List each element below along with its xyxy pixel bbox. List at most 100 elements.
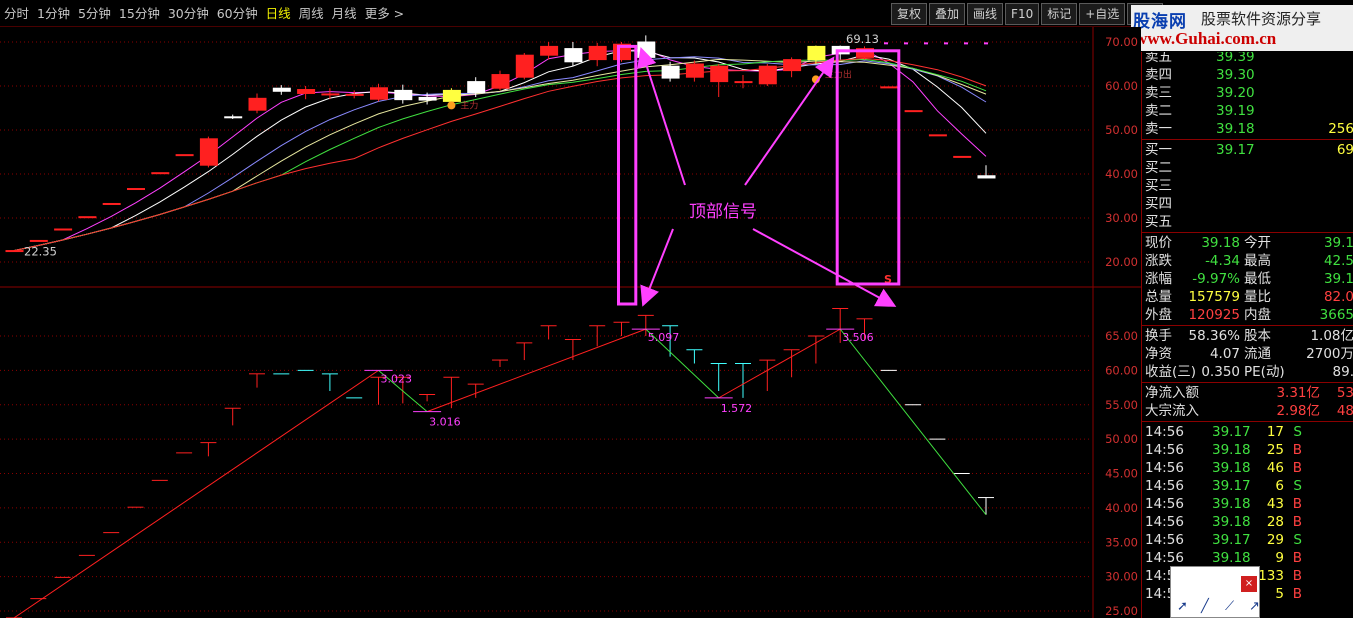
tick-side: B <box>1292 460 1302 476</box>
tick-price: 39.17 <box>1212 478 1251 494</box>
stat-key: 流通 <box>1244 346 1271 362</box>
stat-value: 0.350 <box>1201 364 1240 380</box>
level-label: 卖二 <box>1145 103 1172 119</box>
tick-time: 14:56 <box>1145 424 1184 440</box>
stat-key: 净资 <box>1145 346 1172 362</box>
candle-body <box>637 41 656 58</box>
tick-price: 39.18 <box>1212 550 1251 566</box>
period-tab-0[interactable]: 分时 <box>0 0 33 27</box>
line-icon[interactable]: ╱ <box>1201 599 1214 615</box>
tool-button-2[interactable]: 画线 <box>967 3 1004 25</box>
stat-value: 120925 <box>1188 307 1240 323</box>
pivot-label: 1.572 <box>721 402 753 415</box>
tick-side: B <box>1292 568 1302 584</box>
stat-key: 涨幅 <box>1145 271 1172 287</box>
quote-stat-row: 净资 4.07 流通 2700万 <box>1142 345 1353 363</box>
kline-axis-tick: 40.00 <box>1105 167 1138 181</box>
period-tab-9[interactable]: 更多 > <box>361 0 408 27</box>
indicator-axis-tick: 55.00 <box>1105 398 1138 412</box>
buy-level-row: 买三 <box>1142 177 1353 195</box>
tick-price: 39.18 <box>1212 460 1251 476</box>
panel-divider <box>1142 382 1353 383</box>
tick-price: 39.18 <box>1212 442 1251 458</box>
candle-body <box>588 45 607 61</box>
candle-body <box>564 48 583 63</box>
tick-time: 14:56 <box>1145 478 1184 494</box>
chart-canvas[interactable]: 70.00 60.00 50.00 40.00 30.00 20.00 65.00 60.00… <box>0 27 1141 618</box>
stat-key: 外盘 <box>1145 307 1172 323</box>
logo-url: www.Guhai.com.cn <box>1135 29 1277 48</box>
kline-axis-tick: 50.00 <box>1105 123 1138 137</box>
candle-body <box>758 65 777 85</box>
candle-body <box>272 87 291 92</box>
ray-icon[interactable]: ⟋ <box>1225 599 1238 615</box>
stat-value: 58.36% <box>1188 328 1240 344</box>
indicator-axis-tick: 40.00 <box>1105 501 1138 515</box>
drawing-tool-icons: ➚ ╱ ⟋ ↗ <box>1177 599 1262 615</box>
annotation-label: 顶部信号 <box>689 202 757 222</box>
period-tabs: 分时 1分钟 5分钟 15分钟 30分钟 60分钟 日线 周线 月线 更多 > <box>0 0 408 27</box>
stat-key: 换手 <box>1145 328 1172 344</box>
period-tab-2[interactable]: 5分钟 <box>74 0 115 27</box>
tick-volume: 25 <box>1266 442 1284 458</box>
period-tab-1[interactable]: 1分钟 <box>33 0 74 27</box>
signal-dot-label: 主力 <box>460 99 478 111</box>
flow-value: 3.31亿 <box>1276 385 1320 401</box>
stat-value: 39.1 <box>1323 235 1353 251</box>
period-tab-5[interactable]: 60分钟 <box>213 0 262 27</box>
indicator-axis-tick: 30.00 <box>1105 570 1138 584</box>
tick-side: B <box>1292 586 1302 602</box>
candle-body <box>783 59 802 72</box>
level-label: 卖四 <box>1145 67 1172 83</box>
tick-side: S <box>1293 478 1302 494</box>
level-label: 买一 <box>1145 142 1172 158</box>
buy-level-row: 买一 39.17 69 <box>1142 141 1353 159</box>
level-price: 39.18 <box>1216 121 1255 137</box>
candle-body <box>880 86 899 89</box>
stat-value: 39.1 <box>1323 271 1353 287</box>
tool-button-5[interactable]: +自选 <box>1079 3 1126 25</box>
panel-divider <box>1142 232 1353 233</box>
tick-volume: 46 <box>1266 460 1284 476</box>
arrow-icon[interactable]: ↗ <box>1249 599 1262 615</box>
period-tab-4[interactable]: 30分钟 <box>164 0 213 27</box>
kline-axis-tick: 30.00 <box>1105 211 1138 225</box>
tick-side: S <box>1293 424 1302 440</box>
drawing-tools-popup: × ➚ ╱ ⟋ ↗ <box>1170 566 1260 618</box>
tool-button-3[interactable]: F10 <box>1005 3 1040 25</box>
cursor-icon[interactable]: ➚ <box>1177 599 1190 615</box>
candle-body <box>5 250 24 253</box>
period-tab-7[interactable]: 周线 <box>295 0 328 27</box>
stat-key: 股本 <box>1244 328 1271 344</box>
candle-body <box>29 239 48 242</box>
period-tab-3[interactable]: 15分钟 <box>115 0 164 27</box>
level-label: 卖三 <box>1145 85 1172 101</box>
level-price: 39.39 <box>1216 52 1255 65</box>
stat-key: 最低 <box>1244 271 1271 287</box>
sell-level-row: 卖三 39.20 <box>1142 84 1353 102</box>
period-tab-8[interactable]: 月线 <box>328 0 361 27</box>
tool-button-0[interactable]: 复权 <box>891 3 928 25</box>
quote-panel: 卖五 39.39 卖四 39.30 卖三 39.20 卖二 39.19 卖一 39.18 256 买一… <box>1141 52 1353 618</box>
tick-side: B <box>1292 442 1302 458</box>
stat-key: 涨跌 <box>1145 253 1172 269</box>
candle-body <box>224 116 243 119</box>
tool-button-1[interactable]: 叠加 <box>929 3 966 25</box>
indicator-axis-tick: 45.00 <box>1105 467 1138 481</box>
flow-label: 大宗流入 <box>1145 403 1199 419</box>
stat-value: 157579 <box>1188 289 1240 305</box>
candle-body <box>661 65 680 79</box>
period-tab-6[interactable]: 日线 <box>262 0 295 27</box>
tick-volume: 9 <box>1275 550 1284 566</box>
stat-key: 内盘 <box>1244 307 1271 323</box>
candle-body <box>904 110 923 113</box>
candle-body <box>977 175 996 179</box>
level-label: 买三 <box>1145 178 1172 194</box>
stat-value: 3665 <box>1319 307 1353 323</box>
close-button[interactable]: × <box>1241 576 1257 592</box>
tool-button-4[interactable]: 标记 <box>1041 3 1078 25</box>
pivot-label: 3.023 <box>381 372 413 385</box>
level-label: 买五 <box>1145 214 1172 230</box>
high-price-label: 69.13 <box>846 32 879 46</box>
tick-side: B <box>1292 550 1302 566</box>
